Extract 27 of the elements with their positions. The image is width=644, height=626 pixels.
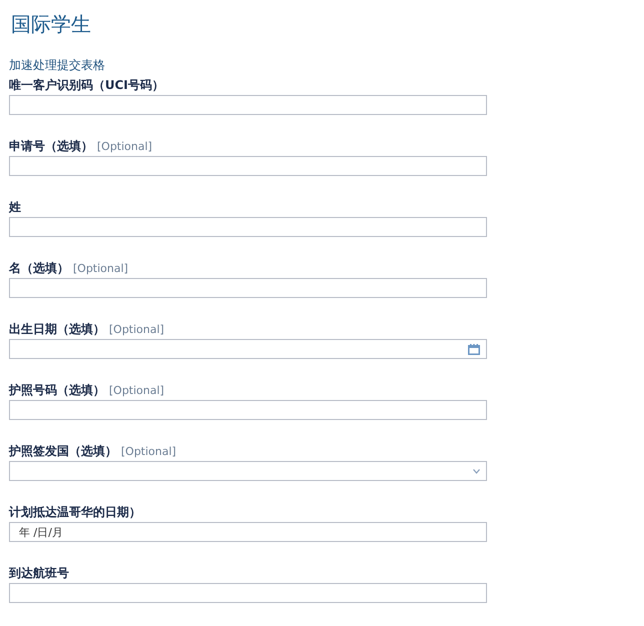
calendar-icon[interactable] xyxy=(468,344,480,354)
field-label: 护照号码（选填） xyxy=(9,382,105,399)
optional-note: [Optional] xyxy=(109,323,164,336)
form-subtitle: 加速处理提交表格 xyxy=(9,57,106,73)
field-label: 唯一客户识别码（UCI号码） xyxy=(9,77,164,94)
date-field[interactable] xyxy=(9,339,487,359)
field-label: 出生日期（选填） xyxy=(9,321,105,338)
input-field[interactable] xyxy=(9,278,487,298)
field-label: 申请号（选填） xyxy=(9,138,93,155)
field-label: 护照签发国（选填） xyxy=(9,443,117,460)
input-field[interactable] xyxy=(9,156,487,176)
field-label: 计划抵达温哥华的日期） xyxy=(9,504,141,521)
optional-note: [Optional] xyxy=(97,140,152,153)
input-field[interactable] xyxy=(9,400,487,420)
field-label: 名（选填） xyxy=(9,260,69,277)
optional-note: [Optional] xyxy=(121,445,176,458)
field-label: 姓 xyxy=(9,199,21,216)
field-label: 到达航班号 xyxy=(9,565,69,582)
dropdown-field[interactable] xyxy=(9,461,487,481)
chevron-down-icon[interactable] xyxy=(473,468,480,474)
optional-note: [Optional] xyxy=(73,262,128,275)
date-input[interactable]: 年 /日/月 xyxy=(9,522,487,542)
page-title: 国际学生 xyxy=(11,11,92,37)
optional-note: [Optional] xyxy=(109,384,164,397)
input-field[interactable] xyxy=(9,217,487,237)
input-field[interactable] xyxy=(9,95,487,115)
input-field[interactable] xyxy=(9,583,487,603)
